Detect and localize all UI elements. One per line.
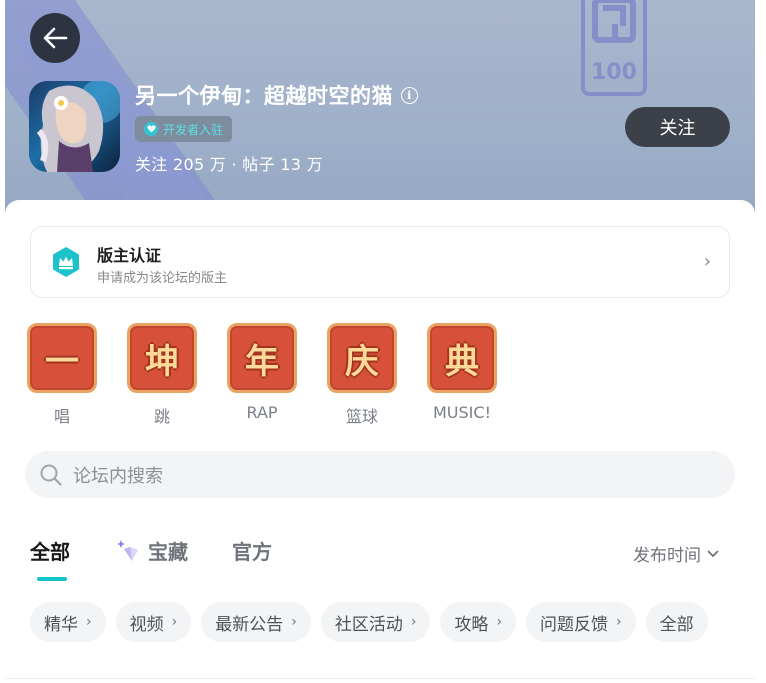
shortcut-label: MUSIC! (433, 403, 491, 422)
developer-badge[interactable]: 开发者入驻 (135, 116, 233, 142)
filter-chip[interactable]: 最新公告 › (201, 602, 311, 642)
back-button[interactable] (30, 13, 80, 63)
forum-title: 另一个伊甸：超越时空的猫 i (135, 80, 418, 110)
shortcut-item[interactable]: 典 MUSIC! (427, 323, 497, 422)
crown-icon (53, 247, 79, 277)
filter-chip[interactable]: 视频 › (115, 602, 192, 642)
arrow-left-icon (43, 27, 68, 49)
shortcut-tile: 坤 (127, 323, 197, 393)
active-tab-indicator (37, 577, 67, 581)
shortcut-item[interactable]: 一 唱 (27, 323, 97, 427)
badge-decoration-icon: 100 (581, 0, 647, 96)
shortcut-label: 篮球 (345, 407, 378, 426)
search-input[interactable]: 论坛内搜索 (73, 462, 163, 488)
moderator-apply-card[interactable]: 版主认证 申请成为该论坛的版主 › (30, 226, 730, 298)
forum-title-text: 另一个伊甸：超越时空的猫 (135, 84, 393, 108)
follow-button[interactable]: 关注 (625, 107, 730, 147)
search-icon (40, 464, 62, 486)
shortcut-label: RAP (246, 403, 278, 422)
filter-chip[interactable]: 社区活动 › (320, 602, 431, 642)
shortcut-tile: 一 (27, 323, 97, 393)
filter-chip[interactable]: 精华 › (30, 602, 106, 642)
moderator-title: 版主认证 (97, 246, 162, 265)
chevron-right-icon: › (86, 614, 92, 630)
badge-number: 100 (591, 60, 637, 85)
shortcut-tile: 庆 (327, 323, 397, 393)
shortcut-tile: 年 (227, 323, 297, 393)
chevron-right-icon: › (171, 614, 178, 630)
chevron-right-icon: › (616, 614, 622, 630)
chevron-down-icon (707, 550, 719, 557)
shortcut-label: 跳 (153, 407, 170, 426)
forum-search-bar[interactable]: 论坛内搜索 (25, 451, 735, 498)
tab-treasure-label: 宝藏 (148, 540, 188, 564)
info-icon[interactable]: i (401, 86, 418, 104)
divider (5, 678, 755, 679)
filter-chips: 精华 › 视频 › 最新公告 › 社区活动 › 攻略 › 问题反馈 › 全部 (30, 602, 708, 642)
shortcut-item[interactable]: 坤 跳 (127, 323, 197, 427)
app-icon (29, 81, 120, 172)
heart-icon (144, 122, 158, 136)
filter-chip-all[interactable]: 全部 (645, 602, 708, 642)
chevron-right-icon: › (496, 614, 503, 630)
chevron-right-icon: › (291, 614, 297, 630)
tab-official[interactable]: 官方 (232, 536, 272, 565)
developer-badge-label: 开发者入驻 (163, 122, 224, 137)
chevron-right-icon: › (410, 614, 417, 630)
tab-treasure[interactable]: 宝藏 (116, 536, 188, 565)
shortcut-item[interactable]: 年 RAP (227, 323, 297, 422)
chevron-right-icon: › (703, 251, 711, 272)
forum-stats: 关注 205 万 · 帖子 13 万 (135, 155, 323, 174)
sparkle-gem-icon (117, 539, 138, 561)
shortcut-tile: 典 (427, 323, 497, 393)
shortcut-item[interactable]: 庆 篮球 (327, 323, 397, 427)
shortcut-label: 唱 (53, 407, 70, 426)
moderator-subtitle: 申请成为该论坛的版主 (97, 271, 228, 286)
tab-all[interactable]: 全部 (30, 536, 70, 565)
filter-chip[interactable]: 攻略 › (440, 602, 517, 642)
filter-chip[interactable]: 问题反馈 › (526, 602, 636, 642)
game-character-icon (36, 81, 120, 172)
sort-label: 发布时间 (633, 546, 701, 566)
sort-dropdown[interactable]: 发布时间 (633, 541, 719, 566)
